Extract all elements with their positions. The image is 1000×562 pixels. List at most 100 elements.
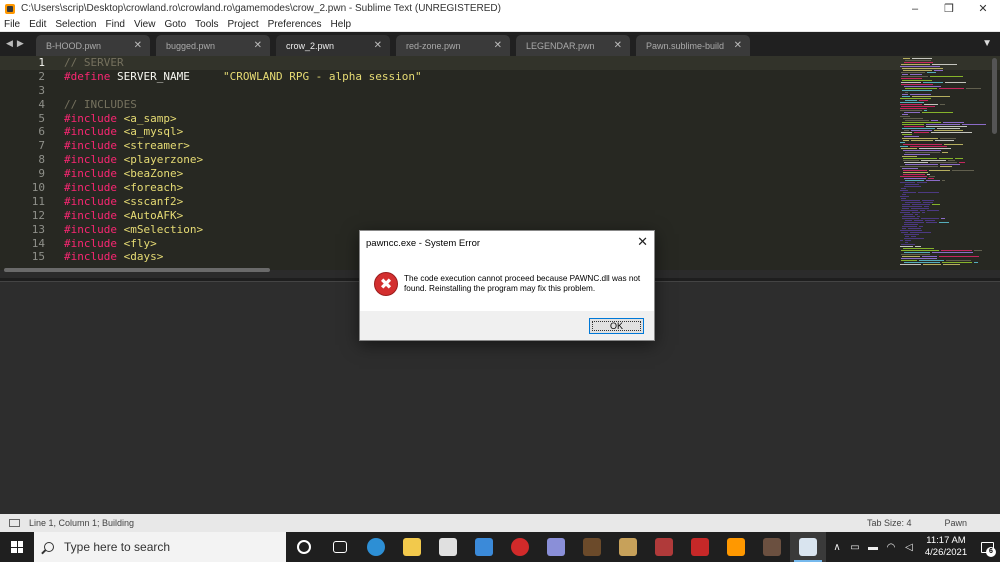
tab-label: B-HOOD.pwn: [46, 40, 102, 51]
tab-close-icon[interactable]: ✕: [494, 40, 502, 51]
show-hidden-icons-icon[interactable]: ∧: [828, 542, 846, 553]
minimap-line: [919, 148, 951, 149]
menu-find[interactable]: Find: [106, 19, 125, 30]
file-explorer-taskbar-button[interactable]: [394, 532, 430, 562]
minimap-line: [912, 58, 932, 59]
ok-button[interactable]: OK: [589, 318, 644, 334]
tab-close-icon[interactable]: ✕: [614, 40, 622, 51]
minimap-line: [902, 74, 908, 75]
dialog-message: The code execution cannot proceed becaus…: [404, 274, 641, 293]
minimap-line: [902, 204, 910, 205]
minimap-line: [905, 220, 912, 221]
discord-taskbar-button[interactable]: [538, 532, 574, 562]
filezilla-taskbar-button[interactable]: [682, 532, 718, 562]
line-number: 3: [38, 83, 45, 97]
menu-preferences[interactable]: Preferences: [268, 19, 322, 30]
tab-close-icon[interactable]: ✕: [134, 40, 142, 51]
store-taskbar-button[interactable]: [430, 532, 466, 562]
minimap-line: [930, 76, 963, 77]
minimap-line: [944, 144, 963, 145]
photos-icon: [619, 538, 637, 556]
tab-close-icon[interactable]: ✕: [374, 40, 382, 51]
horizontal-scrollbar[interactable]: [4, 268, 270, 272]
meet-now-icon[interactable]: ▭: [846, 542, 864, 553]
clock-time: 11:17 AM: [926, 535, 966, 546]
minimap-line: [900, 108, 927, 109]
volume-icon[interactable]: ◁: [900, 542, 918, 553]
tab-red-zone[interactable]: red-zone.pwn ✕: [396, 35, 510, 56]
minimap-line: [904, 126, 924, 127]
line-number: 1: [38, 56, 45, 69]
minimap-line: [925, 220, 935, 221]
status-bar: Line 1, Column 1; Building Tab Size: 4 P…: [0, 514, 1000, 532]
minimap-line: [929, 176, 935, 177]
minimap-line: [904, 136, 919, 137]
menu-goto[interactable]: Goto: [164, 19, 186, 30]
tab-close-icon[interactable]: ✕: [254, 40, 262, 51]
code-line: #define SERVER_NAME "CROWLAND RPG - alph…: [64, 70, 894, 84]
close-window-button[interactable]: ✕: [966, 0, 1000, 17]
menu-selection[interactable]: Selection: [55, 19, 96, 30]
game-taskbar-button[interactable]: [574, 532, 610, 562]
menu-help[interactable]: Help: [331, 19, 352, 30]
clock[interactable]: 11:17 AM 4/26/2021: [918, 535, 974, 559]
minimap-line: [912, 204, 930, 205]
maximize-button[interactable]: ❒: [932, 0, 966, 17]
console-taskbar-button[interactable]: [790, 532, 826, 562]
minimap-line: [901, 244, 915, 245]
opera-taskbar-button[interactable]: [502, 532, 538, 562]
minimap-line: [901, 260, 917, 261]
minimap-line: [901, 188, 906, 189]
taskbar-search[interactable]: Type here to search: [34, 532, 286, 562]
minimap-line: [900, 190, 908, 191]
panel-toggle-icon[interactable]: [9, 519, 20, 527]
minimap-line: [910, 146, 947, 147]
windows-logo-icon: [11, 541, 23, 553]
menu-project[interactable]: Project: [228, 19, 259, 30]
mail-taskbar-button[interactable]: [466, 532, 502, 562]
winrar-taskbar-button[interactable]: [646, 532, 682, 562]
minimap-line: [902, 226, 917, 227]
tab-list-dropdown-icon[interactable]: ▼: [982, 38, 992, 49]
photos-taskbar-button[interactable]: [610, 532, 646, 562]
minimap-line: [900, 102, 924, 103]
syntax-indicator[interactable]: Pawn: [944, 518, 967, 528]
menu-edit[interactable]: Edit: [29, 19, 46, 30]
minimap-line: [903, 58, 910, 59]
code-line: // SERVER: [64, 56, 894, 70]
menu-tools[interactable]: Tools: [195, 19, 218, 30]
edge-taskbar-button[interactable]: [358, 532, 394, 562]
minimap-line: [905, 120, 929, 121]
sublime-taskbar-button[interactable]: [718, 532, 754, 562]
minimap[interactable]: [898, 56, 990, 270]
tab-bugged[interactable]: bugged.pwn ✕: [156, 35, 270, 56]
keyword: #include: [64, 139, 117, 153]
status-right: Tab Size: 4 Pawn: [867, 514, 1000, 532]
keyword: #include: [64, 111, 117, 125]
tab-close-icon[interactable]: ✕: [734, 40, 742, 51]
wifi-icon[interactable]: ◠: [882, 542, 900, 553]
vertical-scrollbar[interactable]: [992, 58, 997, 134]
game2-taskbar-button[interactable]: [754, 532, 790, 562]
dialog-close-button[interactable]: ✕: [637, 234, 648, 250]
minimap-line: [905, 180, 924, 181]
menu-view[interactable]: View: [134, 19, 156, 30]
tab-next-icon[interactable]: ▶: [17, 38, 24, 49]
battery-icon[interactable]: ▬: [864, 542, 882, 553]
minimize-button[interactable]: –: [898, 0, 932, 17]
tab-b-hood[interactable]: B-HOOD.pwn ✕: [36, 35, 150, 56]
minimap-line: [948, 160, 955, 161]
task-view-taskbar-button[interactable]: [322, 532, 358, 562]
error-icon: ✖: [374, 272, 398, 296]
start-button[interactable]: [0, 532, 34, 562]
action-center-button[interactable]: 6: [974, 532, 1000, 562]
task-view-icon: [333, 541, 347, 553]
tab-legendar[interactable]: LEGENDAR.pwn ✕: [516, 35, 630, 56]
minimap-line: [903, 144, 942, 145]
tab-size-indicator[interactable]: Tab Size: 4: [867, 518, 912, 528]
tab-crow-2[interactable]: crow_2.pwn ✕: [276, 35, 390, 57]
cortana-taskbar-button[interactable]: [286, 532, 322, 562]
tab-pawn-build[interactable]: Pawn.sublime-build ✕: [636, 35, 750, 56]
menu-file[interactable]: File: [4, 19, 20, 30]
tab-prev-icon[interactable]: ◀: [6, 38, 13, 49]
